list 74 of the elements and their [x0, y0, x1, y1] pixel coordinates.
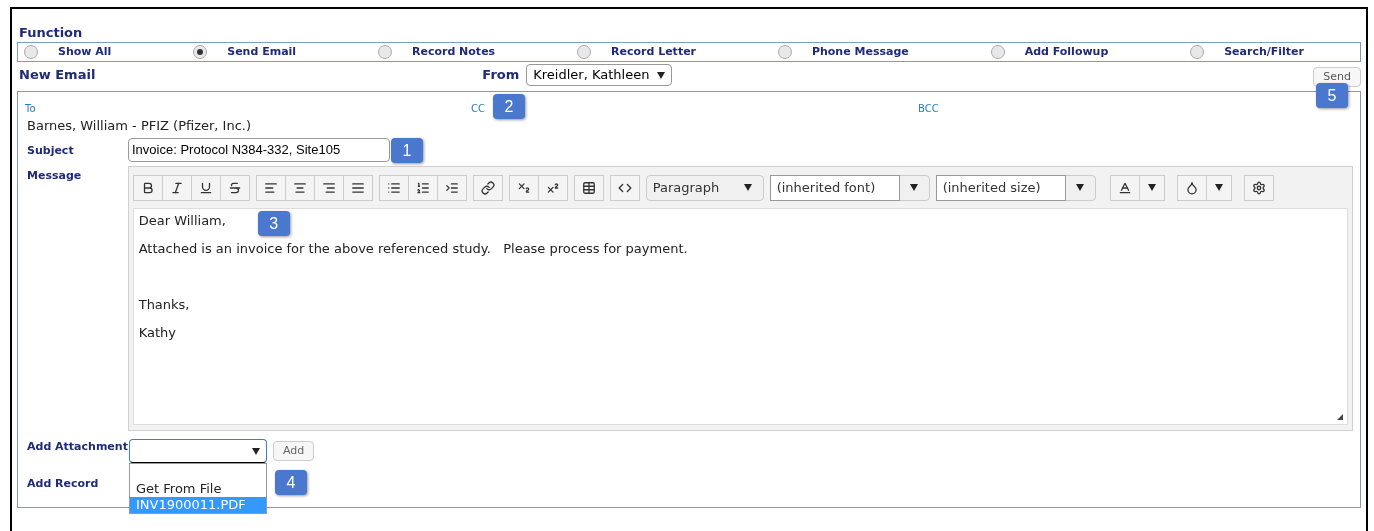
callout-badge: 2: [493, 94, 525, 119]
link-icon[interactable]: [472, 174, 503, 201]
message-label: Message: [26, 168, 83, 184]
subject-field[interactable]: Invoice: Protocol N384-332, Site105: [128, 138, 390, 162]
subject-label: Subject: [26, 143, 75, 159]
caret-icon: [909, 184, 918, 191]
bold-icon[interactable]: [132, 174, 163, 201]
from-label: From: [482, 66, 520, 85]
text-color-icon[interactable]: [1109, 174, 1140, 201]
caret-icon: [1214, 184, 1223, 191]
bcc-link[interactable]: BCC: [918, 101, 939, 116]
radio-button[interactable]: [193, 45, 208, 59]
radio-option[interactable]: Phone Message: [777, 43, 909, 61]
resize-handle-icon: [1337, 414, 1343, 420]
radio-option[interactable]: Record Letter: [577, 43, 697, 61]
radio-button[interactable]: [577, 45, 591, 59]
message-line: Kathy: [138, 325, 176, 341]
format-select-text: Paragraph: [651, 178, 721, 197]
align-center-icon[interactable]: [284, 174, 315, 201]
cc-link[interactable]: CC: [471, 103, 485, 114]
table-icon[interactable]: [573, 174, 604, 201]
dropdown-button[interactable]: [1138, 174, 1165, 201]
record-label: Add Record: [26, 476, 100, 492]
radio-button[interactable]: [1190, 45, 1205, 59]
to-recipient: Barnes, William - PFIZ (Pfizer, Inc.): [26, 118, 253, 134]
attachment-label: Add Attachment: [26, 439, 129, 455]
strikethrough-icon[interactable]: [219, 174, 250, 201]
subscript-icon[interactable]: [508, 174, 539, 201]
font-select-text: (inherited font): [769, 174, 900, 201]
dropdown-button[interactable]: [1205, 174, 1232, 201]
section-title: Function: [18, 25, 84, 41]
dropdown-option[interactable]: Get From File: [130, 481, 266, 497]
code-icon[interactable]: [609, 174, 640, 201]
radio-button[interactable]: [777, 45, 792, 59]
callout-badge: 1: [391, 138, 423, 163]
radio-option[interactable]: Record Notes: [377, 43, 496, 61]
add-button[interactable]: Add: [273, 441, 315, 461]
from-select[interactable]: Kreidler, Kathleen: [526, 64, 673, 86]
message-line: Dear William,: [138, 213, 226, 229]
superscript-icon[interactable]: [537, 174, 568, 201]
radio-button[interactable]: [990, 45, 1005, 59]
bullet-list-icon[interactable]: [378, 174, 409, 201]
align-right-icon[interactable]: [313, 174, 344, 201]
caret-icon: [252, 447, 260, 455]
size-select[interactable]: (inherited size): [935, 174, 1096, 201]
radio-button[interactable]: [24, 45, 38, 59]
droplet-icon[interactable]: [1176, 174, 1207, 201]
caret-icon: [1147, 184, 1156, 191]
radio-option[interactable]: Show All: [24, 43, 112, 61]
size-select-text: (inherited size): [935, 174, 1066, 201]
attachment-select[interactable]: [129, 439, 267, 463]
indent-icon[interactable]: [436, 174, 467, 201]
callout-badge: 5: [1316, 83, 1348, 108]
message-line: Attached is an invoice for the above referenced study. Please process for payment.: [138, 241, 688, 257]
section-title: New Email: [18, 66, 97, 85]
callout-badge: 3: [257, 211, 290, 236]
callout-badge: 4: [275, 470, 307, 495]
caret-icon: [743, 184, 752, 191]
to-link[interactable]: To: [25, 103, 36, 114]
underline-icon[interactable]: [190, 174, 221, 201]
caret-icon: [1075, 184, 1084, 191]
radio-option[interactable]: Send Email: [193, 43, 297, 61]
align-left-icon[interactable]: [255, 174, 286, 201]
italic-icon[interactable]: [161, 174, 192, 201]
radio-option[interactable]: Add Followup: [990, 43, 1109, 61]
format-select[interactable]: Paragraph: [645, 174, 764, 201]
radio-button[interactable]: [377, 45, 392, 59]
radio-option[interactable]: Search/Filter: [1190, 43, 1304, 61]
align-justify-icon[interactable]: [342, 174, 373, 201]
settings-icon[interactable]: [1243, 174, 1274, 201]
numbered-list-icon[interactable]: [407, 174, 438, 201]
message-line: Thanks,: [138, 297, 190, 313]
caret-icon: [657, 71, 666, 79]
font-select[interactable]: (inherited font): [769, 174, 930, 201]
